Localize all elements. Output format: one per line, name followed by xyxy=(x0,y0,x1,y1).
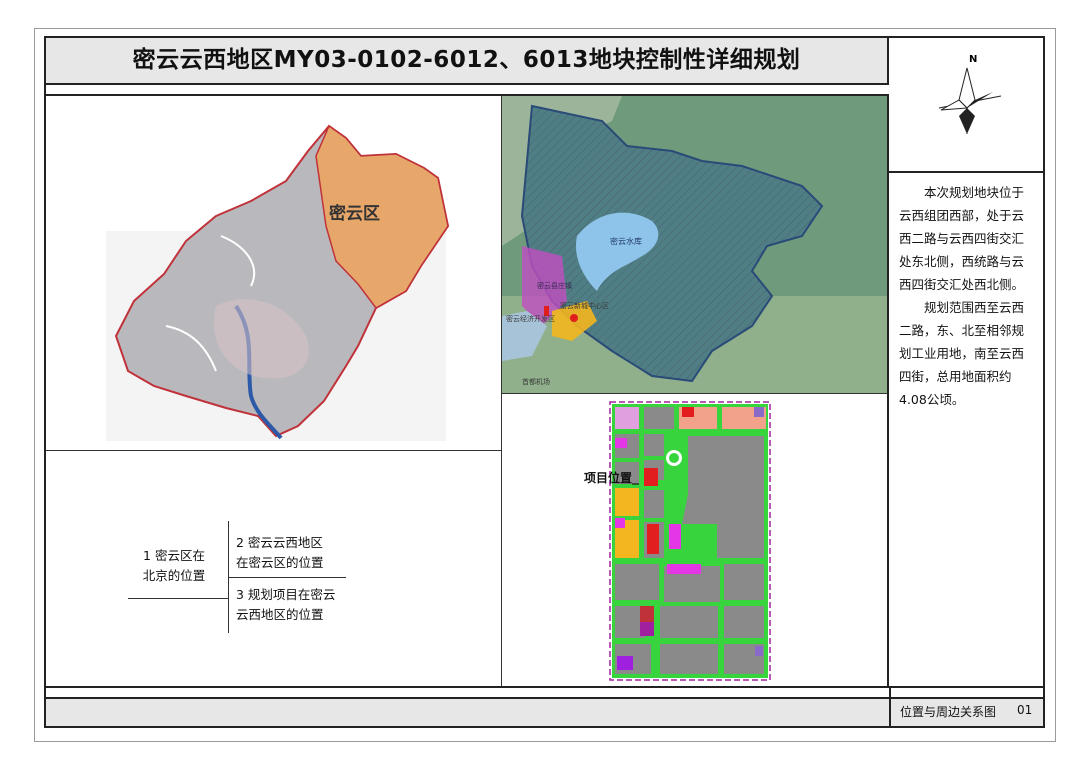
miyun-map: 密云水库 密云县庄镇 密云经济开发区 密云新城中心区 首都机场 xyxy=(502,96,887,393)
legend-item-1-line-1: 1 密云区在 xyxy=(143,548,205,563)
north-label: N xyxy=(969,54,977,65)
legend-item-3-line-2: 云西地区的位置 xyxy=(236,607,324,622)
north-arrow-cell: N xyxy=(889,38,1043,173)
legend-item-2-line-2: 在密云区的位置 xyxy=(236,555,324,570)
legend-item-1: 1 密云区在 北京的位置 xyxy=(136,546,212,586)
description-panel: 本次规划地块位于云西组团西部，处于云西二路与云西四街交汇处东北侧，西统路与云西四… xyxy=(889,173,1043,688)
legend-item-2-line-1: 2 密云云西地区 xyxy=(236,535,323,550)
legend-item-3-line-1: 3 规划项目在密云 xyxy=(236,587,336,602)
district-label: 密云区 xyxy=(329,203,380,224)
area-label: 密云经济开发区 xyxy=(506,314,555,323)
reservoir-label: 密云水库 xyxy=(610,236,642,246)
legend-left-divider xyxy=(128,598,228,599)
legend-item-3: 3 规划项目在密云 云西地区的位置 xyxy=(236,585,335,625)
bottom-map-label: 首都机场 xyxy=(522,377,550,386)
title-bar: 密云云西地区MY03-0102-6012、6013地块控制性详细规划 xyxy=(46,38,889,85)
description-paragraph-1: 本次规划地块位于云西组团西部，处于云西二路与云西四街交汇处东北侧，西统路与云西四… xyxy=(899,185,1025,292)
center-label: 密云新城中心区 xyxy=(560,301,609,310)
footer-divider xyxy=(889,688,891,726)
project-location-label: 项目位置 xyxy=(584,470,632,485)
legend-right-divider xyxy=(228,577,346,578)
site-plan-map: 项目位置 xyxy=(584,401,771,681)
title-gap-row xyxy=(46,85,889,96)
town-label: 密云县庄镇 xyxy=(537,281,572,290)
legend-item-2: 2 密云云西地区 在密云区的位置 xyxy=(236,533,324,573)
beijing-map: 密云区 xyxy=(106,124,450,441)
footer-bar xyxy=(46,697,1043,726)
description-paragraph-2: 规划范围西至云西二路，东、北至相邻规划工业用地，南至云西四街，总用地面积约4.0… xyxy=(899,300,1025,407)
site-plan-panel: 项目位置 xyxy=(502,394,889,688)
legend-item-1-line-2: 北京的位置 xyxy=(142,568,206,583)
map-beijing-panel: 密云区 xyxy=(46,96,502,451)
page-title: 密云云西地区MY03-0102-6012、6013地块控制性详细规划 xyxy=(132,47,801,73)
map-miyun-panel: 密云水库 密云县庄镇 密云经济开发区 密云新城中心区 首都机场 xyxy=(502,96,889,394)
sheet-name: 位置与周边关系图 xyxy=(900,705,997,719)
sheet-number: 01 xyxy=(1017,703,1033,717)
north-arrow-icon: N xyxy=(938,54,1002,134)
